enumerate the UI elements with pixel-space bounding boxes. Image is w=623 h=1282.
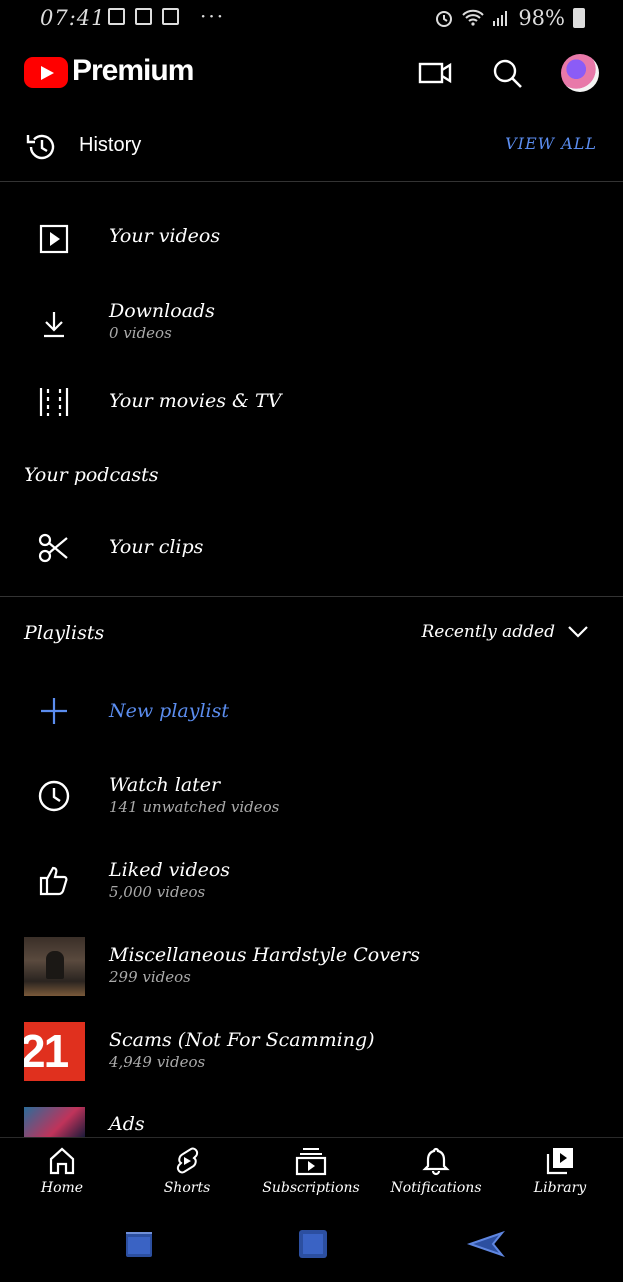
- nav-library[interactable]: Library: [505, 1146, 615, 1196]
- playlist-title: Ads: [109, 1113, 145, 1135]
- status-time: 07:41: [40, 6, 106, 30]
- notification-icon: [162, 8, 179, 25]
- history-icon: [26, 134, 55, 160]
- playlist-item[interactable]: Miscellaneous Hardstyle Covers 299 video…: [0, 937, 623, 997]
- youtube-logo-icon[interactable]: [24, 57, 68, 88]
- search-icon[interactable]: [492, 58, 524, 90]
- downloads-count: 0 videos: [109, 324, 172, 342]
- playlist-count: 141 unwatched videos: [109, 798, 280, 816]
- playlist-count: 4,949 videos: [109, 1053, 206, 1071]
- playlists-heading: Playlists: [24, 622, 105, 644]
- notification-icons: [108, 8, 179, 25]
- system-navigation-bar: [0, 1213, 623, 1282]
- status-bar: 07:41 ··· 98%: [0, 0, 623, 38]
- film-strip-icon: [39, 388, 69, 416]
- notification-icon: [108, 8, 125, 25]
- playlist-count: 299 videos: [109, 968, 191, 986]
- clock-icon: [38, 780, 70, 812]
- playlist-title: Miscellaneous Hardstyle Covers: [109, 944, 421, 966]
- divider: [0, 596, 623, 597]
- nav-subscriptions-label: Subscriptions: [262, 1180, 360, 1196]
- battery-percent: 98%: [518, 6, 565, 30]
- your-clips-row[interactable]: Your clips: [0, 526, 623, 572]
- playlist-thumbnail: 21: [24, 1022, 85, 1081]
- your-clips-label: Your clips: [109, 536, 204, 558]
- view-all-link[interactable]: VIEW ALL: [505, 134, 597, 153]
- shorts-icon: [176, 1147, 199, 1174]
- sort-label: Recently added: [421, 622, 555, 642]
- your-videos-row[interactable]: Your videos: [0, 215, 623, 261]
- play-box-icon: [39, 224, 69, 254]
- movies-tv-label: Your movies & TV: [109, 390, 282, 412]
- playlist-item[interactable]: 21 Scams (Not For Scamming) 4,949 videos: [0, 1022, 623, 1082]
- brand-text: Premium: [72, 54, 194, 87]
- playlist-item[interactable]: Liked videos 5,000 videos: [0, 857, 623, 907]
- alarm-icon: [436, 11, 453, 27]
- history-label: History: [79, 134, 142, 156]
- playlist-title: Watch later: [109, 774, 221, 796]
- new-playlist-row[interactable]: New playlist: [0, 690, 623, 734]
- back-icon[interactable]: [466, 1229, 506, 1259]
- your-videos-label: Your videos: [109, 225, 221, 247]
- nav-home-label: Home: [40, 1180, 84, 1196]
- playlist-item[interactable]: Ads: [0, 1107, 623, 1137]
- signal-icon: [493, 11, 508, 26]
- wifi-icon: [462, 9, 485, 26]
- nav-home[interactable]: Home: [7, 1146, 117, 1196]
- playlist-item[interactable]: Watch later 141 unwatched videos: [0, 772, 623, 822]
- bell-icon: [422, 1147, 450, 1176]
- library-icon: [546, 1148, 573, 1175]
- bottom-navigation: Home Shorts Subscriptions Notifications …: [0, 1137, 623, 1213]
- subscriptions-icon: [295, 1148, 327, 1176]
- battery-icon: [573, 8, 585, 28]
- new-playlist-label: New playlist: [109, 700, 230, 722]
- cast-camera-icon[interactable]: [418, 58, 452, 88]
- app-header: Premium: [0, 48, 623, 100]
- more-notifications-icon: ···: [200, 4, 226, 28]
- your-podcasts-link[interactable]: Your podcasts: [24, 464, 159, 486]
- history-row[interactable]: History VIEW ALL: [0, 118, 623, 182]
- nav-notifications[interactable]: Notifications: [381, 1146, 491, 1196]
- avatar[interactable]: [561, 54, 599, 92]
- home-icon: [49, 1147, 75, 1175]
- nav-subscriptions[interactable]: Subscriptions: [256, 1146, 366, 1196]
- home-button-icon[interactable]: [296, 1227, 330, 1261]
- nav-shorts-label: Shorts: [163, 1180, 211, 1196]
- image-notification-icon: [135, 8, 152, 25]
- playlist-thumbnail: [24, 1107, 85, 1137]
- playlist-thumbnail: [24, 937, 85, 996]
- playlist-title: Liked videos: [109, 859, 231, 881]
- plus-icon: [41, 698, 67, 724]
- nav-shorts[interactable]: Shorts: [132, 1146, 242, 1196]
- playlist-title: Scams (Not For Scamming): [109, 1029, 375, 1051]
- playlist-count: 5,000 videos: [109, 883, 206, 901]
- chevron-down-icon: [568, 626, 588, 638]
- scissors-icon: [38, 533, 68, 563]
- movies-tv-row[interactable]: Your movies & TV: [0, 380, 623, 426]
- thumbnail-text: 21: [24, 1025, 69, 1077]
- sort-dropdown[interactable]: Recently added: [421, 622, 589, 642]
- thumbs-up-icon: [39, 866, 68, 896]
- nav-library-label: Library: [533, 1180, 587, 1196]
- nav-notifications-label: Notifications: [390, 1180, 482, 1196]
- downloads-row[interactable]: Downloads 0 videos: [0, 298, 623, 348]
- downloads-label: Downloads: [109, 300, 215, 322]
- recent-apps-icon[interactable]: [122, 1229, 156, 1259]
- download-icon: [44, 312, 64, 338]
